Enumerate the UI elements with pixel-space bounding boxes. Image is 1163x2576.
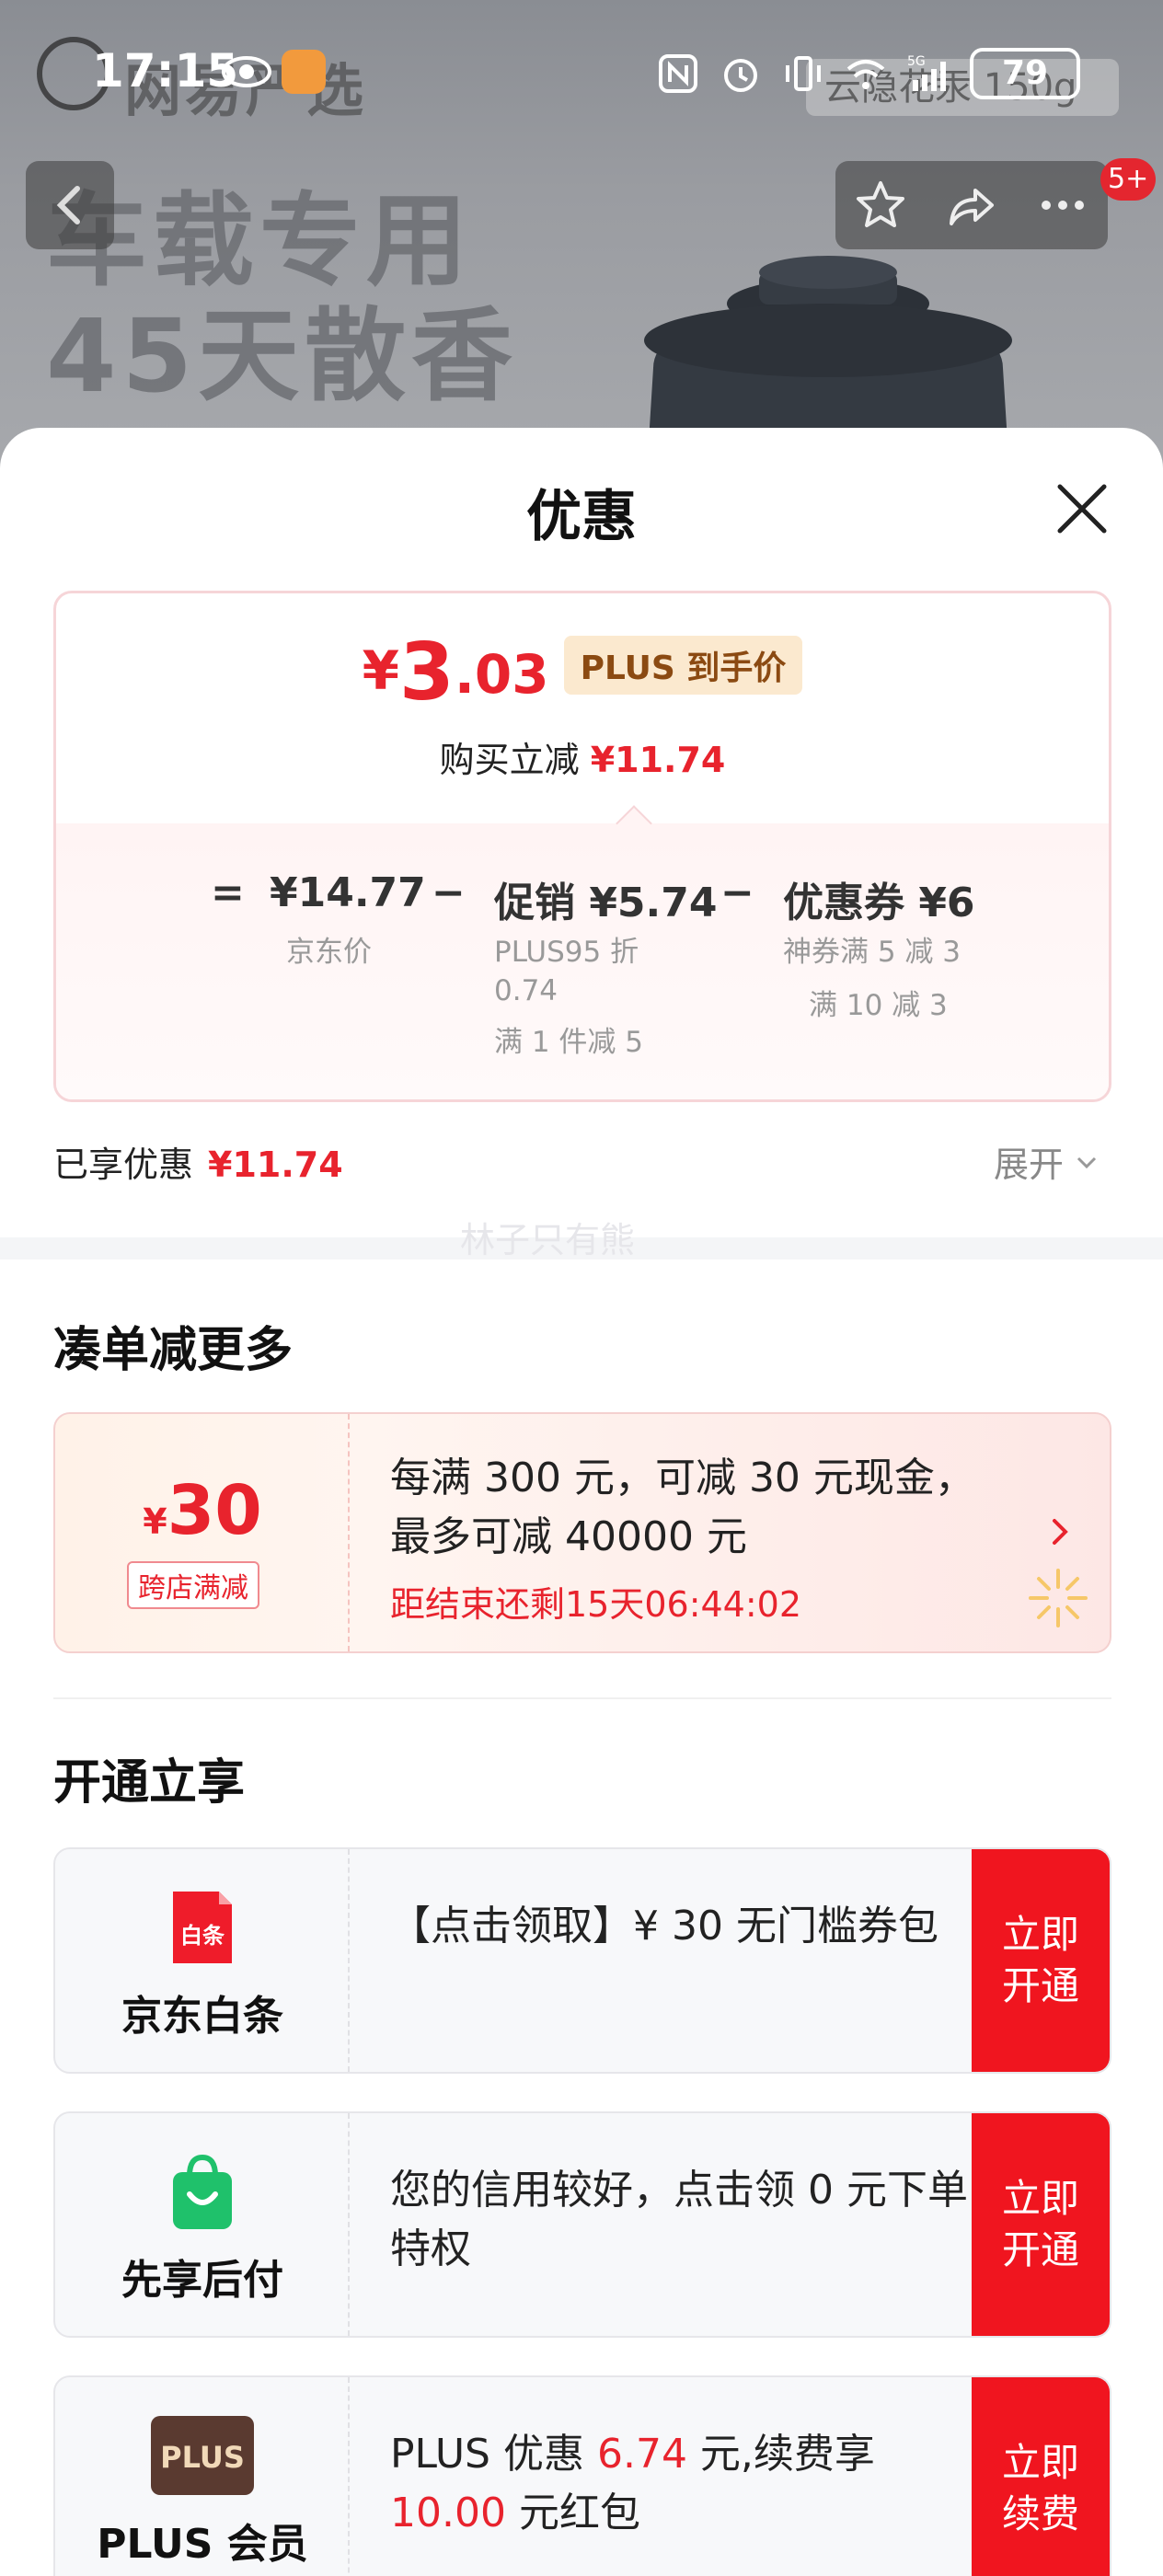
promo-detail-2: 0.74 (494, 974, 558, 1007)
promo-detail-3: 满 1 件减 5 (494, 1026, 644, 1059)
expand-button[interactable]: 展开 (994, 1136, 1100, 1187)
saved-discount: 已享优惠 ¥11.74 (53, 1136, 343, 1187)
chevron-down-icon (1077, 1156, 1097, 1168)
alarm-icon (724, 59, 757, 92)
nfc-icon (659, 54, 697, 93)
price-summary-card: ¥ 3 .03 PLUS 到手价 购买立减 ¥11.74 = ¥14.77 京东价… (53, 591, 1111, 1102)
activate-baitiao-button[interactable]: 立即开通 (972, 1849, 1110, 2072)
coupon-type-tag: 跨店满减 (127, 1561, 259, 1609)
activate-pay-later-button[interactable]: 立即开通 (972, 2113, 1110, 2336)
plus-discount-amount: 6.74 (596, 2431, 687, 2478)
instant-discount: 购买立减 ¥11.74 (56, 731, 1109, 782)
star-icon[interactable] (853, 178, 908, 233)
price-decimal: .03 (454, 643, 549, 706)
coupon-currency: ¥ (143, 1501, 167, 1542)
coupon-detail-2: 满 10 减 3 (809, 989, 948, 1022)
minus-sign-1: − (432, 869, 466, 916)
more-icon[interactable] (1035, 178, 1090, 233)
saved-amount: ¥11.74 (208, 1144, 343, 1185)
coupon-discount: 优惠券 ¥6 (783, 880, 975, 926)
expand-label: 展开 (994, 1144, 1065, 1185)
shopping-bag-icon (173, 2154, 232, 2229)
plus-text-part: 元红包 (505, 2490, 640, 2536)
cross-store-coupon-card[interactable]: ¥30 跨店满减 每满 300 元，可减 30 元现金， 最多可减 40000 … (53, 1412, 1111, 1653)
coupon-description: 每满 300 元，可减 30 元现金， 最多可减 40000 元 (390, 1449, 1034, 1567)
minus-sign-2: − (720, 869, 754, 916)
plus-membership-icon: PLUS (151, 2416, 254, 2495)
renew-plus-button[interactable]: 立即续费 (972, 2377, 1110, 2576)
coupon-line-1: 每满 300 元，可减 30 元现金， (390, 1455, 975, 1501)
service-card-plus: PLUS PLUS 会员 PLUS 优惠 6.74 元,续费享 10.00 元红包… (53, 2375, 1111, 2576)
svg-text:PLUS: PLUS (160, 2440, 245, 2475)
service-card-baitiao: 白条 京东白条 【点击领取】¥ 30 无门槛券包 立即开通 (53, 1847, 1111, 2074)
jd-price: ¥14.77 (270, 869, 426, 916)
eye-icon (222, 56, 271, 87)
jd-price-label: 京东价 (286, 936, 372, 969)
instant-discount-label: 购买立减 (439, 740, 580, 780)
final-price-area: ¥ 3 .03 PLUS 到手价 购买立减 ¥11.74 (56, 593, 1109, 823)
service-description: PLUS 优惠 6.74 元,续费享 10.00 元红包 (390, 2425, 979, 2543)
coupon-amount: ¥30 (55, 1471, 350, 1550)
coupon-value-area: ¥30 跨店满减 (55, 1414, 350, 1651)
plus-redpacket-amount: 10.00 (390, 2490, 506, 2536)
service-description: 您的信用较好，点击领 0 元下单特权 (390, 2167, 968, 2272)
battery-indicator: 79 (970, 48, 1080, 99)
service-description: 【点击领取】¥ 30 无门槛券包 (390, 1903, 938, 1949)
coupon-detail-1: 神券满 5 减 3 (783, 936, 961, 969)
vibrate-icon (786, 56, 821, 91)
coupon-line-2: 最多可减 40000 元 (390, 1513, 747, 1560)
service-name: PLUS 会员 (97, 2521, 308, 2568)
coupon-countdown: 距结束还剩15天06:44:02 (390, 1584, 802, 1625)
app-notification-icon (282, 50, 326, 94)
status-bar: 17:15 5G 79 (0, 0, 1163, 138)
bundle-section-title: 凑单减更多 (53, 1323, 294, 1378)
sheet-title: 优惠 (526, 485, 637, 549)
saved-label: 已享优惠 (53, 1144, 194, 1185)
final-price: ¥ 3 .03 PLUS 到手价 (56, 628, 1109, 717)
discount-sheet: 优惠 ¥ 3 .03 PLUS 到手价 购买立减 ¥11.74 = ¥14.77 … (0, 428, 1163, 2576)
instant-discount-amount: ¥11.74 (590, 740, 726, 780)
promo-line-2: 45天散香 (46, 297, 519, 415)
service-info: 先享后付 (55, 2113, 350, 2336)
plus-price-tag: PLUS 到手价 (563, 636, 803, 695)
plus-text-part: PLUS 优惠 (390, 2431, 597, 2478)
service-card-pay-later: 先享后付 您的信用较好，点击领 0 元下单特权 立即开通 (53, 2111, 1111, 2338)
wifi-icon (846, 60, 885, 89)
svg-text:白条: 白条 (180, 1923, 225, 1949)
price-integer: 3 (399, 627, 455, 719)
service-name: 京东白条 (121, 1993, 283, 2040)
service-info: PLUS PLUS 会员 (55, 2377, 350, 2576)
service-name: 先享后付 (121, 2257, 283, 2304)
chevron-left-icon (56, 186, 80, 224)
price-currency: ¥ (362, 639, 399, 702)
service-info: 白条 京东白条 (55, 1849, 350, 2072)
signal-icon: 5G (907, 54, 946, 91)
header-actions (835, 161, 1108, 249)
promo-discount: 促销 ¥5.74 (494, 880, 718, 926)
coupon-value: 30 (167, 1471, 262, 1550)
status-icons: 5G 79 (657, 48, 1080, 99)
promo-line-1: 车载专用 (46, 182, 473, 300)
notification-badge: 5+ (1100, 158, 1157, 201)
share-icon[interactable] (944, 178, 999, 233)
baitiao-icon: 白条 (173, 1892, 232, 1963)
status-time: 17:15 (92, 44, 239, 98)
svg-text:5G: 5G (907, 54, 926, 69)
firework-decoration-icon (1029, 1569, 1088, 1627)
watermark: 林子只有熊 (460, 1220, 636, 1260)
back-button[interactable] (26, 161, 114, 249)
chevron-right-icon (1053, 1519, 1068, 1545)
activate-section-title: 开通立享 (53, 1755, 246, 1811)
close-icon[interactable] (1054, 481, 1110, 536)
section-divider-thin (53, 1697, 1111, 1699)
promo-detail-1: PLUS95 折 (494, 936, 639, 969)
plus-text-part: 元,续费享 (686, 2431, 875, 2478)
promo-banner-text: 车载专用 45天散香 (46, 184, 518, 414)
equals-sign: = (211, 869, 245, 916)
